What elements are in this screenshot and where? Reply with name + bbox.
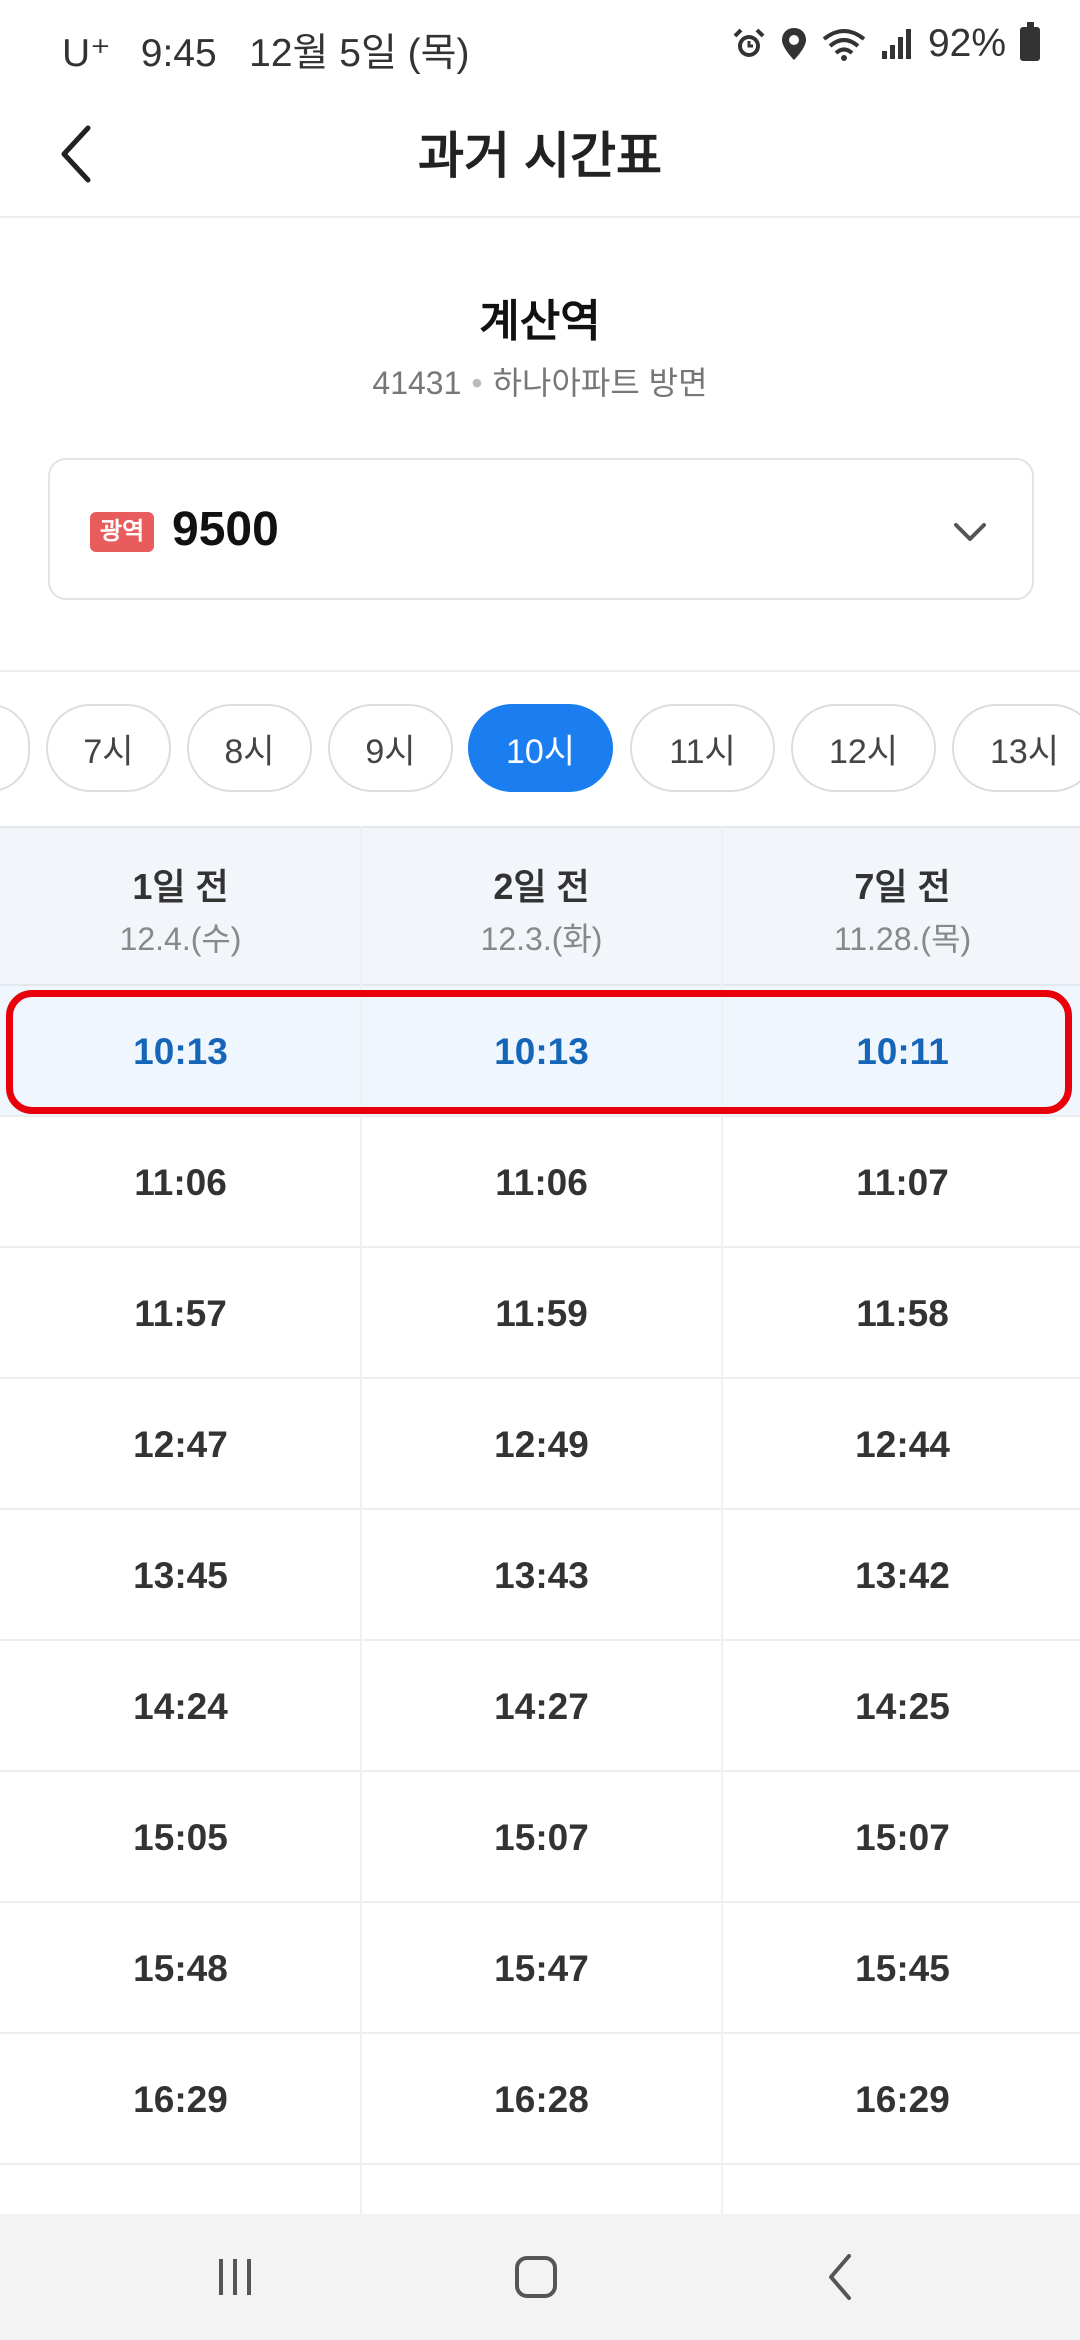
chevron-down-icon <box>954 523 986 541</box>
column-date: 12.3.(화) <box>480 921 603 957</box>
arrival-time-cell: 12:47 <box>133 1423 228 1465</box>
arrival-time-cell: 15:48 <box>133 1947 228 1989</box>
table-row: 11:06 11:06 11:07 <box>0 1117 1080 1248</box>
table-row: 16:29 16:28 16:29 <box>0 2034 1080 2165</box>
stop-meta: 41431 • 하나아파트 방면 <box>0 358 1080 404</box>
column-day: 7일 전 <box>854 866 951 907</box>
status-right: 92% <box>732 22 1040 66</box>
column-date: 11.28.(목) <box>833 921 972 957</box>
recent-apps-icon <box>219 2259 251 2295</box>
table-row: 15:48 15:47 15:45 <box>0 1903 1080 2034</box>
table-row: 13:45 13:43 13:42 <box>0 1510 1080 1641</box>
hour-chip-13[interactable]: 13시 <box>952 704 1080 792</box>
page-title: 과거 시간표 <box>418 128 662 184</box>
recent-apps-button[interactable] <box>185 2242 285 2312</box>
carrier-label: U⁺ <box>62 32 111 75</box>
route-number: 9500 <box>172 503 279 556</box>
arrival-time-cell: 15:07 <box>494 1816 589 1858</box>
system-nav-bar <box>0 2214 1080 2340</box>
hour-chip-8[interactable]: 8시 <box>187 704 312 792</box>
location-icon <box>781 28 806 60</box>
status-date: 12월 5일 (목) <box>249 32 470 75</box>
arrival-time-cell: 12:44 <box>855 1423 950 1465</box>
arrival-time-cell: 11:06 <box>134 1161 227 1203</box>
arrival-time-cell: 14:27 <box>494 1685 589 1727</box>
arrival-time-cell: 11:58 <box>856 1292 949 1334</box>
hour-chip-partial[interactable] <box>0 704 30 792</box>
table-row: 12:47 12:49 12:44 <box>0 1379 1080 1510</box>
column-day: 1일 전 <box>132 866 229 907</box>
stop-name: 계산역 <box>479 297 601 346</box>
stop-direction: 하나아파트 방면 <box>492 365 708 401</box>
battery-percent: 92% <box>927 22 1006 65</box>
timetable-header: 1일 전 12.4.(수) 2일 전 12.3.(화) 7일 전 11.28.(… <box>0 826 1080 986</box>
arrival-time-cell: 14:24 <box>133 1685 228 1727</box>
route-dropdown[interactable]: 광역 9500 <box>48 458 1034 600</box>
arrival-time-cell: 15:47 <box>494 1947 589 1989</box>
arrival-time-cell: 15:05 <box>133 1816 228 1858</box>
hour-chip-12[interactable]: 12시 <box>791 704 936 792</box>
column-date: 12.4.(수) <box>119 921 242 957</box>
arrival-time-cell: 11:06 <box>495 1161 588 1203</box>
arrival-time-cell: 11:59 <box>495 1292 588 1334</box>
section-divider <box>0 670 1080 672</box>
alarm-icon <box>733 28 765 57</box>
arrival-time-cell: 11:57 <box>134 1292 227 1334</box>
arrival-time-cell: 13:43 <box>494 1554 589 1596</box>
arrival-time-cell: 13:42 <box>855 1554 950 1596</box>
app-header: 과거 시간표 <box>0 90 1080 218</box>
column-header-1: 1일 전 12.4.(수) <box>0 828 361 984</box>
nav-back-button[interactable] <box>790 2242 890 2312</box>
column-header-2: 2일 전 12.3.(화) <box>361 828 722 984</box>
arrival-time-cell: 14:25 <box>855 1685 950 1727</box>
status-time: 9:45 <box>140 32 217 75</box>
column-header-3: 7일 전 11.28.(목) <box>722 828 1080 984</box>
column-day: 2일 전 <box>493 866 590 907</box>
back-icon <box>829 2254 851 2300</box>
signal-icon <box>881 29 911 59</box>
table-row: 11:57 11:59 11:58 <box>0 1248 1080 1379</box>
home-button[interactable] <box>486 2242 586 2312</box>
separator-dot: • <box>471 365 483 401</box>
table-row: 15:05 15:07 15:07 <box>0 1772 1080 1903</box>
arrival-time-cell: 11:07 <box>856 1161 949 1203</box>
arrival-time-cell: 15:45 <box>855 1947 950 1989</box>
stop-id: 41431 <box>372 365 462 401</box>
hour-chip-7[interactable]: 7시 <box>46 704 171 792</box>
table-row: 14:24 14:27 14:25 <box>0 1641 1080 1772</box>
arrival-time-cell: 16:28 <box>494 2078 589 2120</box>
home-icon <box>515 2256 557 2298</box>
arrival-time-cell: 15:07 <box>855 1816 950 1858</box>
status-left: U⁺ 9:45 12월 5일 (목) <box>62 22 470 78</box>
hour-chip-9[interactable]: 9시 <box>328 704 453 792</box>
route-type-badge: 광역 <box>90 512 155 552</box>
hour-chip-bar[interactable]: 7시 8시 9시 10시 11시 12시 13시 <box>0 700 1080 796</box>
hour-chip-11[interactable]: 11시 <box>630 704 775 792</box>
highlight-annotation-box <box>6 990 1072 1114</box>
arrival-time-cell: 16:29 <box>133 2078 228 2120</box>
arrival-time-cell: 13:45 <box>133 1554 228 1596</box>
status-bar: U⁺ 9:45 12월 5일 (목) 92% <box>0 0 1080 90</box>
arrival-time-cell: 12:49 <box>494 1423 589 1465</box>
battery-icon <box>1020 22 1040 61</box>
wifi-icon <box>822 29 866 61</box>
arrival-time-cell: 16:29 <box>855 2078 950 2120</box>
hour-chip-10-selected[interactable]: 10시 <box>468 704 613 792</box>
